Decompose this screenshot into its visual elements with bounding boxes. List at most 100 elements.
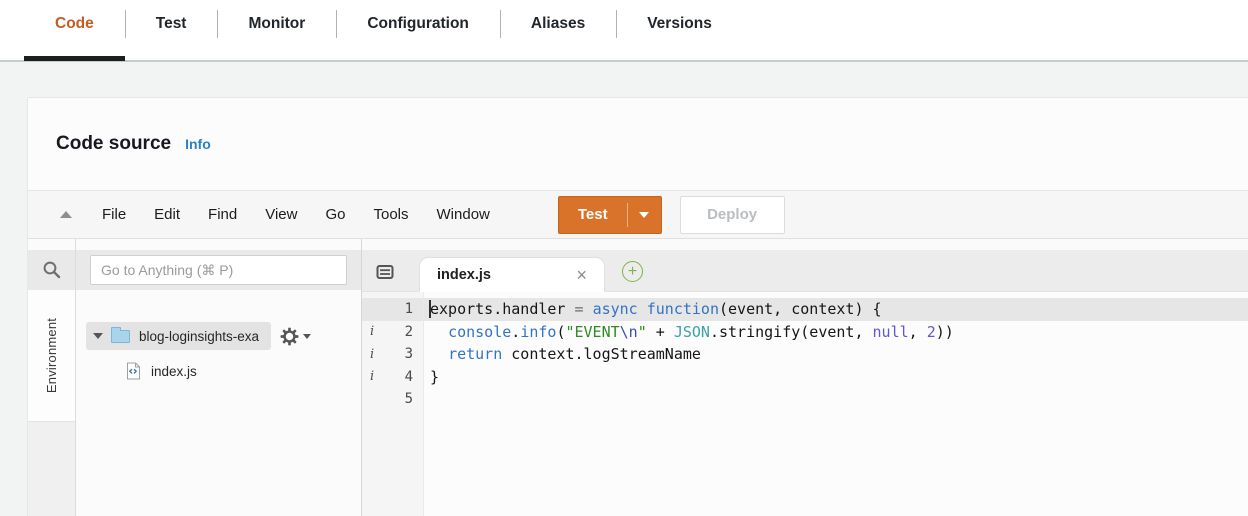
line-number: 3 xyxy=(404,346,413,363)
tree-settings-button[interactable] xyxy=(280,327,312,346)
code-token: info xyxy=(520,322,557,341)
gutter: 1i2i3i45 xyxy=(362,292,424,516)
menu-window[interactable]: Window xyxy=(423,206,504,223)
code-line: exports.handler = async function(event, … xyxy=(424,298,1248,321)
left-rail: Environment xyxy=(28,239,76,516)
code-token: JSON xyxy=(673,322,710,341)
code-token: return xyxy=(448,345,503,363)
tab-label: Test xyxy=(155,15,187,32)
line-number: 1 xyxy=(404,301,413,318)
folder-item[interactable]: blog-loginsights-exa xyxy=(86,322,272,350)
tab-configuration[interactable]: Configuration xyxy=(336,0,500,48)
collapse-editor-icon[interactable] xyxy=(60,211,72,218)
tab-label: Configuration xyxy=(367,15,469,32)
code-token: } xyxy=(430,367,440,386)
file-tree-panel: blog-loginsights-exa xyxy=(76,239,362,516)
expand-caret-icon[interactable] xyxy=(93,333,103,339)
info-link[interactable]: Info xyxy=(185,136,211,152)
goto-anything-bar xyxy=(76,250,361,290)
line-number: 4 xyxy=(404,368,413,385)
editor-tabbar: index.js × + xyxy=(362,250,1248,292)
editor-tab-indexjs[interactable]: index.js × xyxy=(419,257,605,292)
tab-versions[interactable]: Versions xyxy=(616,0,743,48)
search-icon xyxy=(43,261,60,279)
plus-icon: + xyxy=(627,262,638,280)
code-editor: index.js × + 1i2i3i45 exports.handler = … xyxy=(362,239,1248,516)
code-token: null xyxy=(872,322,909,341)
environment-tab-label: Environment xyxy=(44,317,59,394)
search-button[interactable] xyxy=(28,250,75,290)
code-token: 2 xyxy=(926,322,936,341)
tab-test[interactable]: Test xyxy=(124,0,218,48)
new-tab-button[interactable]: + xyxy=(622,261,643,282)
close-tab-icon[interactable]: × xyxy=(576,266,587,284)
goto-anything-input[interactable] xyxy=(90,255,347,285)
code-line: console.info("EVENT\n" + JSON.stringify(… xyxy=(424,321,1248,344)
code-lines[interactable]: exports.handler = async function(event, … xyxy=(424,292,1248,516)
code-line: } xyxy=(424,366,1248,389)
environment-tab[interactable]: Environment xyxy=(28,290,75,422)
annotation-info-icon: i xyxy=(370,324,375,340)
menu-go[interactable]: Go xyxy=(311,206,359,223)
code-token: = xyxy=(574,300,593,318)
code-token: exports.handler xyxy=(430,300,575,318)
test-button[interactable]: Test xyxy=(557,195,662,234)
code-token: console xyxy=(448,322,512,341)
editor-tab-label: index.js xyxy=(437,266,491,283)
open-files-stack-icon[interactable] xyxy=(376,264,395,280)
file-item[interactable]: index.js xyxy=(86,357,361,385)
text-cursor xyxy=(429,300,431,318)
code-token: + xyxy=(646,322,674,341)
gutter-row: i3 xyxy=(362,343,423,366)
code-source-panel: Code source Info File Edit Find View Go Tools… xyxy=(27,97,1248,516)
editor-menubar: File Edit Find View Go Tools Window Test Deplo… xyxy=(28,190,1248,239)
code-token: , xyxy=(908,322,927,341)
editor-workspace: Environment blog-loginsights-exa xyxy=(28,239,1248,516)
chevron-down-icon xyxy=(303,333,312,339)
menu-items: File Edit Find View Go Tools Window xyxy=(88,206,504,223)
file-label: index.js xyxy=(151,363,197,379)
function-tabs-bar: Code Test Monitor Configuration Aliases Versi… xyxy=(0,0,1248,62)
code-token: . xyxy=(511,322,521,341)
menu-view[interactable]: View xyxy=(251,206,311,223)
menu-tools[interactable]: Tools xyxy=(359,206,422,223)
test-button-label: Test xyxy=(577,206,608,223)
js-file-icon xyxy=(127,362,140,380)
tab-aliases[interactable]: Aliases xyxy=(499,0,616,48)
code-token: async xyxy=(592,300,647,318)
tab-label: Code xyxy=(55,15,94,32)
menu-file[interactable]: File xyxy=(88,206,140,223)
annotation-info-icon: i xyxy=(370,346,375,362)
gutter-row: 1 xyxy=(362,298,423,321)
gutter-row: i2 xyxy=(362,321,423,344)
menu-edit[interactable]: Edit xyxy=(140,206,194,223)
code-token: (event, context) { xyxy=(719,300,882,318)
tab-code[interactable]: Code xyxy=(24,0,125,61)
tab-label: Versions xyxy=(647,15,712,32)
code-token: function xyxy=(646,300,719,318)
function-tab-list: Code Test Monitor Configuration Aliases Versi… xyxy=(0,0,1248,61)
gutter-row: i4 xyxy=(362,366,423,389)
code-area: 1i2i3i45 exports.handler = async functio… xyxy=(362,292,1248,516)
code-source-header: Code source Info xyxy=(28,98,1248,190)
code-token: .stringify(event, xyxy=(709,322,873,341)
menu-find[interactable]: Find xyxy=(194,206,251,223)
tab-monitor[interactable]: Monitor xyxy=(217,0,336,48)
tab-label: Aliases xyxy=(530,15,586,32)
panel-title: Code source xyxy=(56,133,172,154)
code-token: " xyxy=(637,322,647,341)
file-tree: blog-loginsights-exa index.js xyxy=(76,290,361,385)
gutter-row: 5 xyxy=(362,388,423,411)
code-token: \n xyxy=(619,322,638,341)
test-dropdown-button[interactable] xyxy=(628,211,661,218)
folder-label: blog-loginsights-exa xyxy=(139,328,260,344)
deploy-button[interactable]: Deploy xyxy=(679,195,785,234)
annotation-info-icon: i xyxy=(370,369,375,385)
folder-icon xyxy=(111,326,130,343)
code-token: )) xyxy=(935,322,954,341)
tab-label: Monitor xyxy=(248,15,306,32)
code-token: "EVENT xyxy=(565,322,620,341)
